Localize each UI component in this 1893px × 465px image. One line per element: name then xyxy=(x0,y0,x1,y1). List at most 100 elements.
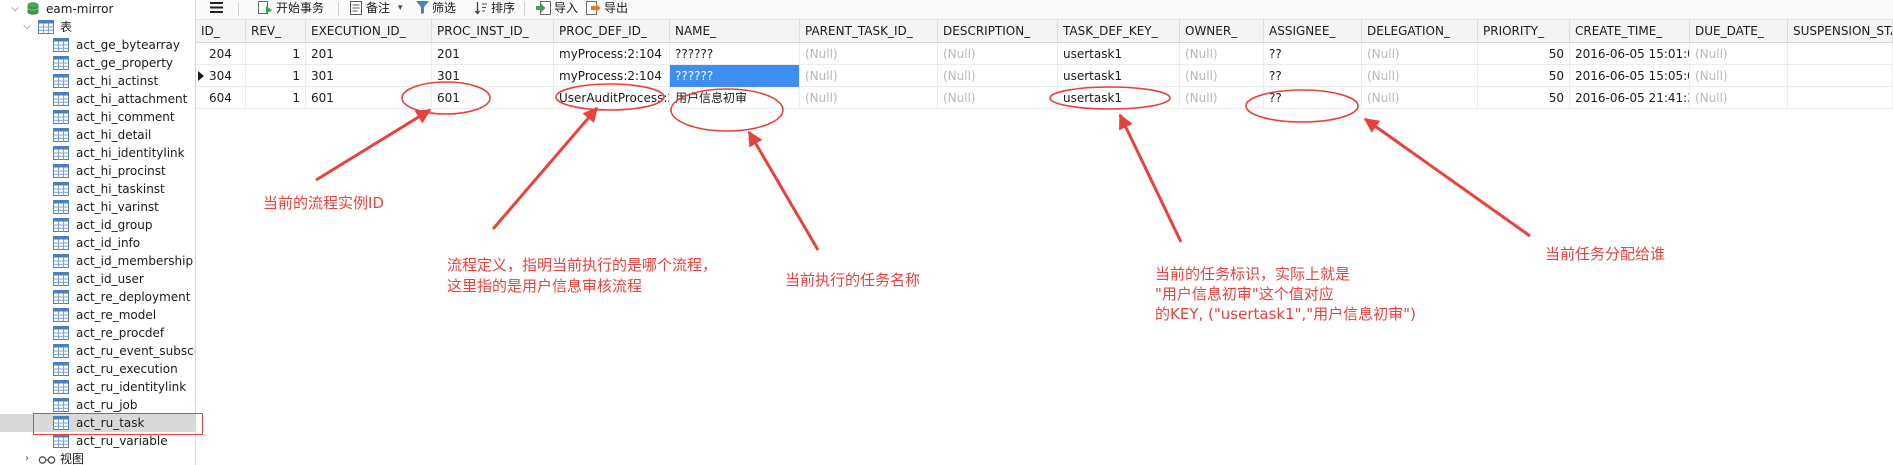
grid-cell[interactable]: 50 xyxy=(1478,65,1570,87)
grid-cell[interactable]: (Null) xyxy=(1362,87,1478,109)
sidebar-item-act-re-model[interactable]: act_re_model xyxy=(0,306,195,324)
table-icon xyxy=(53,164,69,178)
column-header-assignee[interactable]: ASSIGNEE_ xyxy=(1264,20,1362,43)
grid-cell[interactable]: usertask1 xyxy=(1058,65,1180,87)
grid-cell[interactable]: 用户信息初审 xyxy=(670,87,800,109)
grid-cell[interactable]: (Null) xyxy=(1180,43,1264,65)
grid-cell[interactable]: 301 xyxy=(306,65,432,87)
chevron-right-icon[interactable]: › xyxy=(22,450,32,465)
grid-cell[interactable]: (Null) xyxy=(1690,87,1788,109)
sidebar-item-act-hi-attachment[interactable]: act_hi_attachment xyxy=(0,90,195,108)
grid-cell[interactable]: UserAuditProcess:2 xyxy=(554,87,670,109)
annotation-assignee: 当前任务分配给谁 xyxy=(1545,245,1666,263)
sidebar-item-act-ge-bytearray[interactable]: act_ge_bytearray xyxy=(0,36,195,54)
grid-cell[interactable]: 2016-06-05 21:41:3 xyxy=(1570,87,1690,109)
grid-cell[interactable]: (Null) xyxy=(1180,87,1264,109)
sidebar-item-act-ru-event-subscr[interactable]: act_ru_event_subscr xyxy=(0,342,195,360)
column-header-owner[interactable]: OWNER_ xyxy=(1180,20,1264,43)
sidebar-item-act-ru-execution[interactable]: act_ru_execution xyxy=(0,360,195,378)
tree-tables-folder[interactable]: ⌵ 表 xyxy=(0,18,195,36)
grid-cell[interactable]: 1 xyxy=(246,43,306,65)
column-header-priority[interactable]: PRIORITY_ xyxy=(1478,20,1570,43)
grid-cell[interactable]: (Null) xyxy=(938,65,1058,87)
sidebar-item-act-id-user[interactable]: act_id_user xyxy=(0,270,195,288)
column-header-task-def-key[interactable]: TASK_DEF_KEY_ xyxy=(1058,20,1180,43)
table-icon xyxy=(53,110,69,124)
grid-cell[interactable] xyxy=(1788,87,1893,109)
grid-cell[interactable]: ?????? xyxy=(670,65,800,87)
grid-cell[interactable]: 201 xyxy=(306,43,432,65)
sidebar-item-act-id-membership[interactable]: act_id_membership xyxy=(0,252,195,270)
begin-transaction-label: 开始事务 xyxy=(276,1,325,15)
grid-cell[interactable]: 1 xyxy=(246,87,306,109)
sidebar-item-act-hi-taskinst[interactable]: act_hi_taskinst xyxy=(0,180,195,198)
grid-cell[interactable]: (Null) xyxy=(1180,65,1264,87)
grid-cell[interactable]: ?? xyxy=(1264,87,1362,109)
grid-cell[interactable]: ?????? xyxy=(670,43,800,65)
grid-cell[interactable]: 201 xyxy=(432,43,554,65)
grid-cell[interactable] xyxy=(1788,43,1893,65)
sidebar-item-act-hi-procinst[interactable]: act_hi_procinst xyxy=(0,162,195,180)
sidebar-item-act-ru-job[interactable]: act_ru_job xyxy=(0,396,195,414)
grid-cell[interactable]: ?? xyxy=(1264,65,1362,87)
sidebar-item-act-hi-identitylink[interactable]: act_hi_identitylink xyxy=(0,144,195,162)
chevron-down-icon[interactable]: ⌵ xyxy=(22,18,32,36)
grid-cell[interactable]: myProcess:2:104 xyxy=(554,65,670,87)
sidebar-item-act-re-deployment[interactable]: act_re_deployment xyxy=(0,288,195,306)
sidebar-item-act-re-procdef[interactable]: act_re_procdef xyxy=(0,324,195,342)
sidebar-item-act-id-group[interactable]: act_id_group xyxy=(0,216,195,234)
grid-cell[interactable]: (Null) xyxy=(800,65,938,87)
grid-cell[interactable]: 204 xyxy=(196,43,246,65)
grid-cell[interactable] xyxy=(1788,65,1893,87)
column-header-id[interactable]: ID_ xyxy=(196,20,246,43)
grid-cell[interactable]: 50 xyxy=(1478,87,1570,109)
column-header-parent-task-id[interactable]: PARENT_TASK_ID_ xyxy=(800,20,938,43)
grid-cell[interactable]: 301 xyxy=(432,65,554,87)
grid-cell[interactable]: 50 xyxy=(1478,43,1570,65)
tree-connection[interactable]: ⌵ eam-mirror xyxy=(0,0,195,18)
column-header-rev[interactable]: REV_ xyxy=(246,20,306,43)
grid-cell[interactable]: 304 xyxy=(196,65,246,87)
column-header-proc-inst-id[interactable]: PROC_INST_ID_ xyxy=(432,20,554,43)
table-row[interactable]: 204 1 201 201 myProcess:2:104?????? (Null) (Nu… xyxy=(196,43,1893,65)
table-row[interactable]: 604 1 601 601 UserAuditProcess:2 用户信息初审 (Null)… xyxy=(196,87,1893,109)
grid-cell[interactable]: myProcess:2:104 xyxy=(554,43,670,65)
object-tree[interactable]: ⌵ eam-mirror ⌵ 表 act_ge_bytearray act_ge_… xyxy=(0,0,196,465)
grid-cell[interactable]: (Null) xyxy=(1362,43,1478,65)
grid-cell[interactable]: (Null) xyxy=(1362,65,1478,87)
grid-cell[interactable]: 601 xyxy=(432,87,554,109)
sidebar-item-act-hi-detail[interactable]: act_hi_detail xyxy=(0,126,195,144)
column-header-create-time[interactable]: CREATE_TIME_ xyxy=(1570,20,1690,43)
table-icon xyxy=(53,182,69,196)
grid-cell[interactable]: (Null) xyxy=(1690,43,1788,65)
sidebar-item-act-id-info[interactable]: act_id_info xyxy=(0,234,195,252)
grid-cell[interactable]: ?? xyxy=(1264,43,1362,65)
grid-cell[interactable]: usertask1 xyxy=(1058,43,1180,65)
grid-cell[interactable]: usertask1 xyxy=(1058,87,1180,109)
chevron-down-icon[interactable]: ⌵ xyxy=(10,0,20,18)
grid-cell[interactable]: 601 xyxy=(306,87,432,109)
tree-views-folder[interactable]: › 视图 xyxy=(0,450,195,465)
column-header-description[interactable]: DESCRIPTION_ xyxy=(938,20,1058,43)
column-header-name[interactable]: NAME_ xyxy=(670,20,800,43)
column-header-delegation[interactable]: DELEGATION_ xyxy=(1362,20,1478,43)
column-header-due-date[interactable]: DUE_DATE_ xyxy=(1690,20,1788,43)
sidebar-item-act-ru-identitylink[interactable]: act_ru_identitylink xyxy=(0,378,195,396)
grid-cell[interactable]: (Null) xyxy=(938,43,1058,65)
column-header-proc-def-id[interactable]: PROC_DEF_ID_ xyxy=(554,20,670,43)
sidebar-item-act-hi-varinst[interactable]: act_hi_varinst xyxy=(0,198,195,216)
grid-cell[interactable]: (Null) xyxy=(938,87,1058,109)
grid-cell[interactable]: 2016-06-05 15:01:0 xyxy=(1570,43,1690,65)
column-header-execution-id[interactable]: EXECUTION_ID_ xyxy=(306,20,432,43)
sidebar-item-act-hi-actinst[interactable]: act_hi_actinst xyxy=(0,72,195,90)
column-header-suspension-state[interactable]: SUSPENSION_STATE_ xyxy=(1788,20,1893,43)
table-row[interactable]: 304 1 301 301 myProcess:2:104?????? (Null) (Nu… xyxy=(196,65,1893,87)
grid-cell[interactable]: 1 xyxy=(246,65,306,87)
sidebar-item-act-hi-comment[interactable]: act_hi_comment xyxy=(0,108,195,126)
sidebar-item-act-ge-property[interactable]: act_ge_property xyxy=(0,54,195,72)
grid-cell[interactable]: (Null) xyxy=(800,43,938,65)
grid-cell[interactable]: 2016-06-05 15:05:0 xyxy=(1570,65,1690,87)
grid-cell[interactable]: (Null) xyxy=(800,87,938,109)
grid-cell[interactable]: (Null) xyxy=(1690,65,1788,87)
grid-cell[interactable]: 604 xyxy=(196,87,246,109)
